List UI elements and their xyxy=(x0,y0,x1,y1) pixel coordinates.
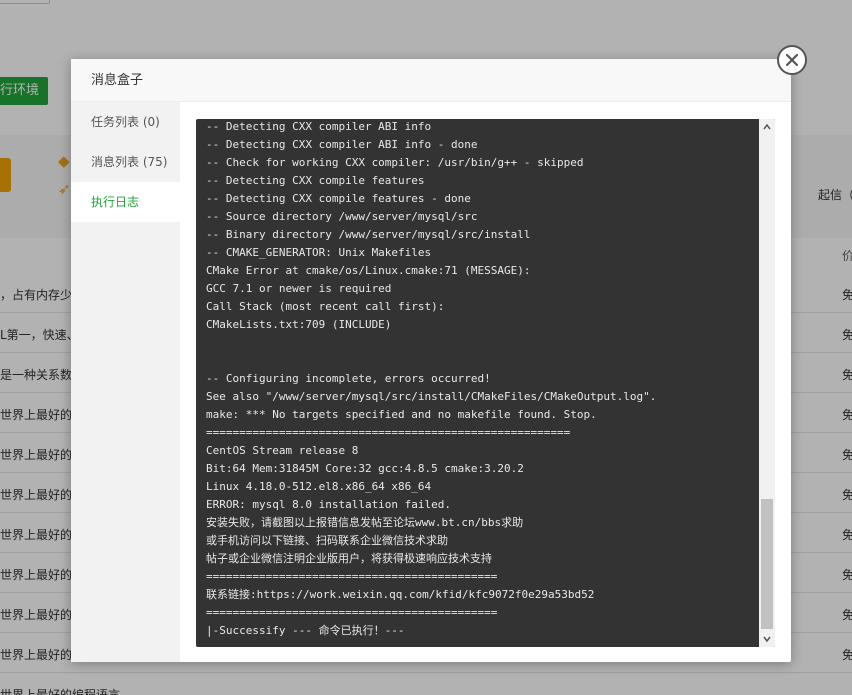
log-line: ========================================… xyxy=(206,570,498,583)
log-line: 联系链接:https://work.weixin.qq.com/kfid/kfc… xyxy=(206,588,595,601)
execution-log-panel[interactable]: -- Detecting CXX compiler ABI info -- Det… xyxy=(196,119,775,647)
log-line: 安装失败，请截图以上报错信息发帖至论坛www.bt.cn/bbs求助 xyxy=(206,516,524,529)
log-output: -- Detecting CXX compiler ABI info -- Det… xyxy=(206,119,761,641)
log-line: GCC 7.1 or newer is required xyxy=(206,282,392,295)
chevron-up-icon xyxy=(763,123,771,130)
log-line: ========================================… xyxy=(206,426,571,439)
modal-body: 任务列表 (0) 消息列表 (75) 执行日志 -- Detecting CXX… xyxy=(71,102,791,662)
log-line: -- Source directory /www/server/mysql/sr… xyxy=(206,210,478,223)
log-line: make: *** No targets specified and no ma… xyxy=(206,408,597,421)
scrollbar-thumb[interactable] xyxy=(761,499,773,629)
log-scrollbar[interactable] xyxy=(759,119,775,647)
log-line: -- Check for working CXX compiler: /usr/… xyxy=(206,156,584,169)
modal-title: 消息盒子 xyxy=(71,59,791,102)
log-line: 帖子或企业微信注明企业版用户，将获得极速响应技术支持 xyxy=(206,552,492,565)
modal-sidebar: 任务列表 (0) 消息列表 (75) 执行日志 xyxy=(71,102,180,662)
log-line: Call Stack (most recent call first): xyxy=(206,300,445,313)
log-line: ========================================… xyxy=(206,606,498,619)
log-line: Bit:64 Mem:31845M Core:32 gcc:4.8.5 cmak… xyxy=(206,462,524,475)
scroll-down-arrow[interactable] xyxy=(759,631,775,647)
close-icon xyxy=(785,53,799,67)
log-line: |-Successify --- 命令已执行！--- xyxy=(206,624,405,637)
log-line: CMake Error at cmake/os/Linux.cmake:71 (… xyxy=(206,264,531,277)
log-line: CMakeLists.txt:709 (INCLUDE) xyxy=(206,318,392,331)
close-button[interactable] xyxy=(777,45,807,75)
log-line: CentOS Stream release 8 xyxy=(206,444,359,457)
log-line: -- Detecting CXX compiler ABI info - don… xyxy=(206,138,478,151)
log-line: -- Detecting CXX compile features xyxy=(206,174,425,187)
tab-execution-log[interactable]: 执行日志 xyxy=(71,182,180,222)
log-line: -- Configuring incomplete, errors occurr… xyxy=(206,372,491,385)
log-line: -- Detecting CXX compiler ABI info xyxy=(206,120,432,133)
log-line: 或手机访问以下链接、扫码联系企业微信技术求助 xyxy=(206,534,448,547)
tab-message-list[interactable]: 消息列表 (75) xyxy=(71,142,180,182)
message-box-modal: 消息盒子 任务列表 (0) 消息列表 (75) 执行日志 -- Detectin… xyxy=(71,45,807,662)
chevron-down-icon xyxy=(763,636,771,643)
log-line: Linux 4.18.0-512.el8.x86_64 x86_64 xyxy=(206,480,432,493)
log-line: -- CMAKE_GENERATOR: Unix Makefiles xyxy=(206,246,432,259)
log-line: ERROR: mysql 8.0 installation failed. xyxy=(206,498,452,511)
tab-task-list[interactable]: 任务列表 (0) xyxy=(71,102,180,142)
log-line: See also "/www/server/mysql/src/install/… xyxy=(206,390,657,403)
scroll-up-arrow[interactable] xyxy=(759,119,775,135)
log-line: -- Detecting CXX compile features - done xyxy=(206,192,471,205)
log-line: -- Binary directory /www/server/mysql/sr… xyxy=(206,228,531,241)
